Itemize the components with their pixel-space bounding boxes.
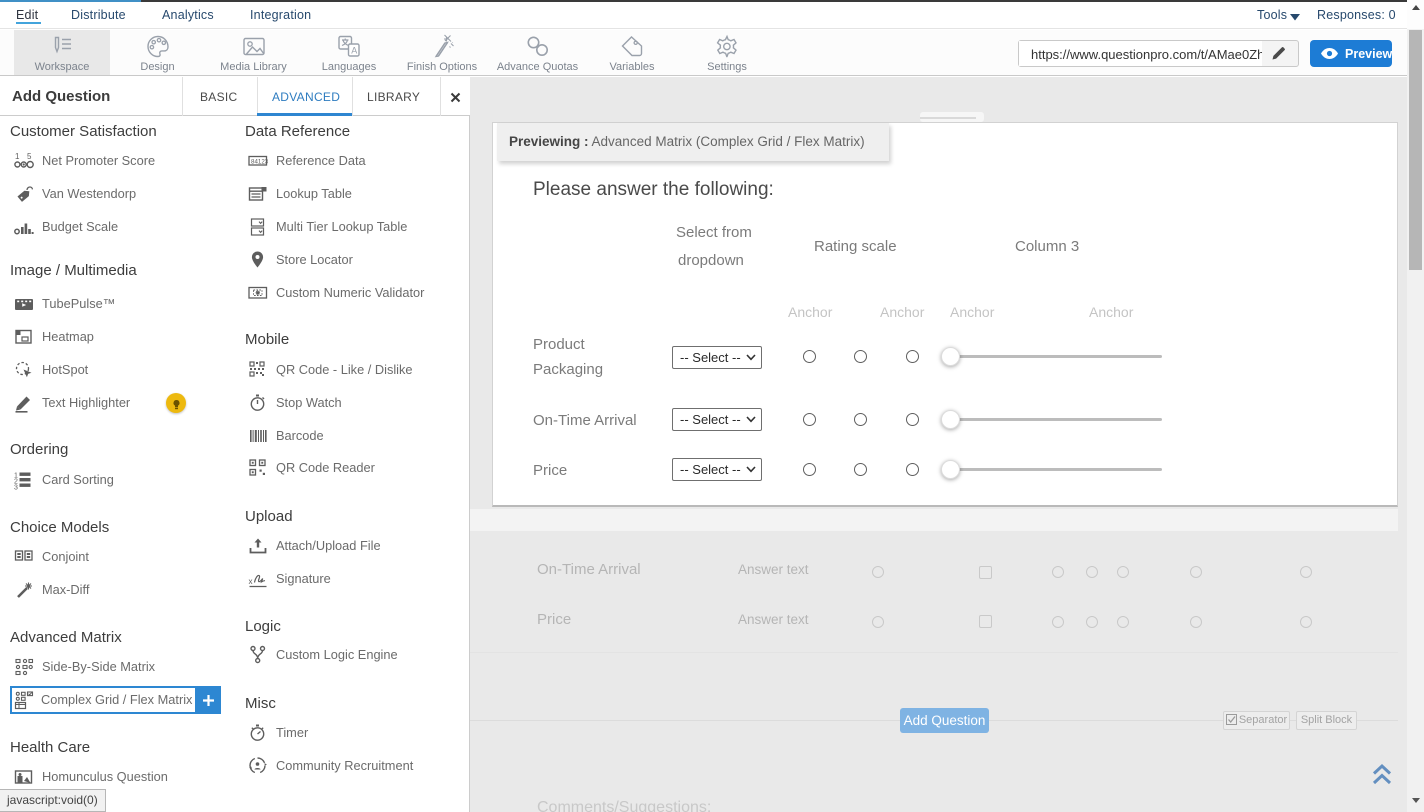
svg-text:3: 3 <box>14 484 18 490</box>
svg-text:5: 5 <box>27 152 32 161</box>
svg-text:1: 1 <box>15 152 20 161</box>
svg-text:x: x <box>249 577 253 586</box>
svg-text:84123: 84123 <box>251 158 268 165</box>
